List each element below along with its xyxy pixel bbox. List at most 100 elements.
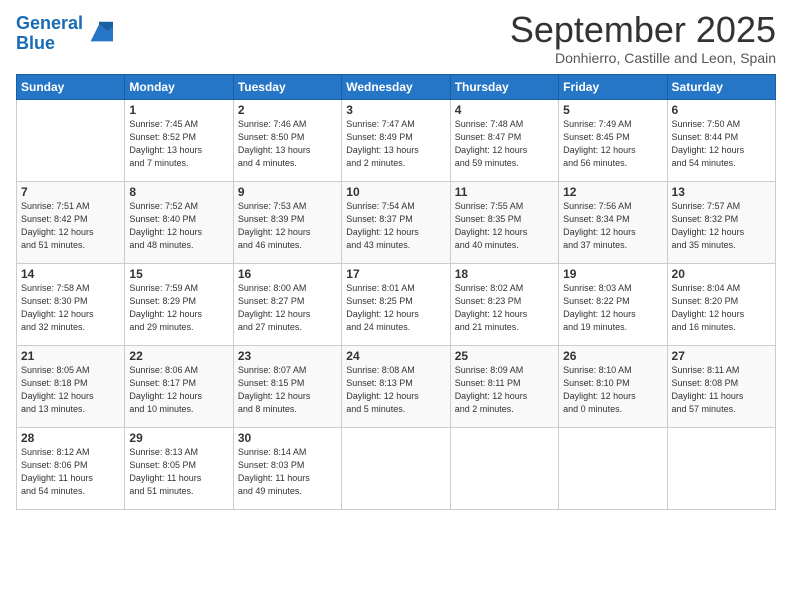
week-row-3: 14Sunrise: 7:58 AM Sunset: 8:30 PM Dayli… (17, 263, 776, 345)
day-info: Sunrise: 7:45 AM Sunset: 8:52 PM Dayligh… (129, 118, 228, 170)
day-number: 1 (129, 103, 228, 117)
day-info: Sunrise: 8:07 AM Sunset: 8:15 PM Dayligh… (238, 364, 337, 416)
day-cell: 12Sunrise: 7:56 AM Sunset: 8:34 PM Dayli… (559, 181, 667, 263)
day-cell (450, 427, 558, 509)
day-cell: 13Sunrise: 7:57 AM Sunset: 8:32 PM Dayli… (667, 181, 775, 263)
day-info: Sunrise: 8:05 AM Sunset: 8:18 PM Dayligh… (21, 364, 120, 416)
day-cell: 24Sunrise: 8:08 AM Sunset: 8:13 PM Dayli… (342, 345, 450, 427)
header: General Blue September 2025 Donhierro, C… (16, 10, 776, 66)
logo-icon (85, 20, 113, 48)
day-cell: 2Sunrise: 7:46 AM Sunset: 8:50 PM Daylig… (233, 99, 341, 181)
day-info: Sunrise: 8:14 AM Sunset: 8:03 PM Dayligh… (238, 446, 337, 498)
day-number: 17 (346, 267, 445, 281)
day-info: Sunrise: 8:06 AM Sunset: 8:17 PM Dayligh… (129, 364, 228, 416)
day-number: 3 (346, 103, 445, 117)
day-number: 19 (563, 267, 662, 281)
day-info: Sunrise: 8:10 AM Sunset: 8:10 PM Dayligh… (563, 364, 662, 416)
day-info: Sunrise: 7:54 AM Sunset: 8:37 PM Dayligh… (346, 200, 445, 252)
day-info: Sunrise: 7:50 AM Sunset: 8:44 PM Dayligh… (672, 118, 771, 170)
day-info: Sunrise: 7:55 AM Sunset: 8:35 PM Dayligh… (455, 200, 554, 252)
day-info: Sunrise: 8:09 AM Sunset: 8:11 PM Dayligh… (455, 364, 554, 416)
header-cell-sunday: Sunday (17, 74, 125, 99)
day-number: 9 (238, 185, 337, 199)
header-cell-wednesday: Wednesday (342, 74, 450, 99)
day-info: Sunrise: 7:58 AM Sunset: 8:30 PM Dayligh… (21, 282, 120, 334)
day-number: 7 (21, 185, 120, 199)
day-number: 18 (455, 267, 554, 281)
day-number: 6 (672, 103, 771, 117)
day-cell: 5Sunrise: 7:49 AM Sunset: 8:45 PM Daylig… (559, 99, 667, 181)
day-cell: 19Sunrise: 8:03 AM Sunset: 8:22 PM Dayli… (559, 263, 667, 345)
day-info: Sunrise: 8:04 AM Sunset: 8:20 PM Dayligh… (672, 282, 771, 334)
day-number: 14 (21, 267, 120, 281)
header-cell-friday: Friday (559, 74, 667, 99)
day-number: 23 (238, 349, 337, 363)
day-number: 24 (346, 349, 445, 363)
day-info: Sunrise: 8:03 AM Sunset: 8:22 PM Dayligh… (563, 282, 662, 334)
day-cell: 7Sunrise: 7:51 AM Sunset: 8:42 PM Daylig… (17, 181, 125, 263)
day-cell: 10Sunrise: 7:54 AM Sunset: 8:37 PM Dayli… (342, 181, 450, 263)
logo-text: General Blue (16, 14, 83, 54)
day-cell: 21Sunrise: 8:05 AM Sunset: 8:18 PM Dayli… (17, 345, 125, 427)
day-cell: 20Sunrise: 8:04 AM Sunset: 8:20 PM Dayli… (667, 263, 775, 345)
header-cell-tuesday: Tuesday (233, 74, 341, 99)
day-cell: 17Sunrise: 8:01 AM Sunset: 8:25 PM Dayli… (342, 263, 450, 345)
header-row: SundayMondayTuesdayWednesdayThursdayFrid… (17, 74, 776, 99)
day-info: Sunrise: 7:47 AM Sunset: 8:49 PM Dayligh… (346, 118, 445, 170)
day-cell: 14Sunrise: 7:58 AM Sunset: 8:30 PM Dayli… (17, 263, 125, 345)
day-info: Sunrise: 7:57 AM Sunset: 8:32 PM Dayligh… (672, 200, 771, 252)
week-row-5: 28Sunrise: 8:12 AM Sunset: 8:06 PM Dayli… (17, 427, 776, 509)
day-cell: 6Sunrise: 7:50 AM Sunset: 8:44 PM Daylig… (667, 99, 775, 181)
day-info: Sunrise: 7:53 AM Sunset: 8:39 PM Dayligh… (238, 200, 337, 252)
calendar-body: 1Sunrise: 7:45 AM Sunset: 8:52 PM Daylig… (17, 99, 776, 509)
day-number: 16 (238, 267, 337, 281)
logo: General Blue (16, 14, 113, 54)
day-number: 27 (672, 349, 771, 363)
day-info: Sunrise: 8:12 AM Sunset: 8:06 PM Dayligh… (21, 446, 120, 498)
day-cell (667, 427, 775, 509)
day-number: 26 (563, 349, 662, 363)
day-info: Sunrise: 7:51 AM Sunset: 8:42 PM Dayligh… (21, 200, 120, 252)
day-number: 5 (563, 103, 662, 117)
day-number: 13 (672, 185, 771, 199)
day-number: 12 (563, 185, 662, 199)
day-number: 8 (129, 185, 228, 199)
month-title: September 2025 (510, 10, 776, 50)
header-cell-saturday: Saturday (667, 74, 775, 99)
day-cell: 1Sunrise: 7:45 AM Sunset: 8:52 PM Daylig… (125, 99, 233, 181)
day-cell (17, 99, 125, 181)
day-number: 30 (238, 431, 337, 445)
calendar-header: SundayMondayTuesdayWednesdayThursdayFrid… (17, 74, 776, 99)
logo-line1: General (16, 13, 83, 33)
week-row-1: 1Sunrise: 7:45 AM Sunset: 8:52 PM Daylig… (17, 99, 776, 181)
week-row-2: 7Sunrise: 7:51 AM Sunset: 8:42 PM Daylig… (17, 181, 776, 263)
day-info: Sunrise: 7:56 AM Sunset: 8:34 PM Dayligh… (563, 200, 662, 252)
day-info: Sunrise: 8:08 AM Sunset: 8:13 PM Dayligh… (346, 364, 445, 416)
day-cell: 23Sunrise: 8:07 AM Sunset: 8:15 PM Dayli… (233, 345, 341, 427)
day-number: 11 (455, 185, 554, 199)
day-info: Sunrise: 8:02 AM Sunset: 8:23 PM Dayligh… (455, 282, 554, 334)
day-cell: 25Sunrise: 8:09 AM Sunset: 8:11 PM Dayli… (450, 345, 558, 427)
week-row-4: 21Sunrise: 8:05 AM Sunset: 8:18 PM Dayli… (17, 345, 776, 427)
page-container: General Blue September 2025 Donhierro, C… (0, 0, 792, 520)
day-number: 20 (672, 267, 771, 281)
header-cell-monday: Monday (125, 74, 233, 99)
day-number: 29 (129, 431, 228, 445)
day-number: 4 (455, 103, 554, 117)
day-info: Sunrise: 7:46 AM Sunset: 8:50 PM Dayligh… (238, 118, 337, 170)
day-cell: 27Sunrise: 8:11 AM Sunset: 8:08 PM Dayli… (667, 345, 775, 427)
location-subtitle: Donhierro, Castille and Leon, Spain (510, 50, 776, 66)
day-info: Sunrise: 8:11 AM Sunset: 8:08 PM Dayligh… (672, 364, 771, 416)
day-info: Sunrise: 7:52 AM Sunset: 8:40 PM Dayligh… (129, 200, 228, 252)
day-number: 28 (21, 431, 120, 445)
title-block: September 2025 Donhierro, Castille and L… (510, 10, 776, 66)
day-cell: 22Sunrise: 8:06 AM Sunset: 8:17 PM Dayli… (125, 345, 233, 427)
day-cell: 9Sunrise: 7:53 AM Sunset: 8:39 PM Daylig… (233, 181, 341, 263)
day-info: Sunrise: 7:59 AM Sunset: 8:29 PM Dayligh… (129, 282, 228, 334)
day-info: Sunrise: 8:01 AM Sunset: 8:25 PM Dayligh… (346, 282, 445, 334)
logo-line2: Blue (16, 33, 55, 53)
day-info: Sunrise: 7:49 AM Sunset: 8:45 PM Dayligh… (563, 118, 662, 170)
day-cell (559, 427, 667, 509)
day-number: 15 (129, 267, 228, 281)
day-cell: 18Sunrise: 8:02 AM Sunset: 8:23 PM Dayli… (450, 263, 558, 345)
